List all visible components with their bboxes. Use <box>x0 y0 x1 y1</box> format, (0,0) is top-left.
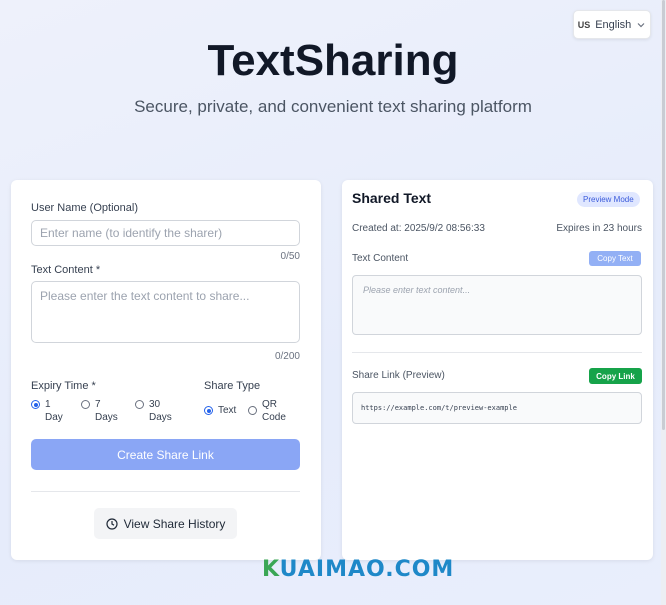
expiry-option-7-days[interactable]: 7 Days <box>81 398 118 424</box>
radio-selected-icon[interactable] <box>31 400 40 409</box>
history-button-label: View Share History <box>123 516 226 531</box>
watermark-rest: UAIMAO.COM <box>279 557 455 582</box>
language-selector[interactable]: US English <box>573 10 651 39</box>
username-counter: 0/50 <box>280 251 300 262</box>
created-at-text: Created at: 2025/9/2 08:56:33 <box>352 223 485 234</box>
expiry-option-unit: Days <box>149 412 172 423</box>
content-label: Text Content * <box>31 264 101 276</box>
share-type-label: Share Type <box>204 380 261 392</box>
share-type-option-label: QR <box>262 399 277 410</box>
view-share-history-button[interactable]: View Share History <box>94 508 237 539</box>
share-link-label: Share Link (Preview) <box>352 370 445 381</box>
expiry-option-unit: Days <box>95 412 118 423</box>
copy-text-button[interactable]: Copy Text <box>589 251 641 266</box>
expires-text: Expires in 23 hours <box>556 223 642 234</box>
expiry-option-value: 7 <box>95 399 101 410</box>
page-subtitle: Secure, private, and convenient text sha… <box>134 97 532 116</box>
share-type-qr-code[interactable]: QR Code <box>248 398 286 424</box>
expiry-option-value: 30 <box>149 399 161 410</box>
username-input[interactable] <box>31 220 300 246</box>
create-share-link-button[interactable]: Create Share Link <box>31 439 300 470</box>
share-type-option-label-2: Code <box>262 412 286 423</box>
clock-icon <box>105 517 118 530</box>
share-link-value: https://example.com/t/preview-example <box>361 404 517 412</box>
expiry-option-30-days[interactable]: 30 Days <box>135 398 172 424</box>
radio-unselected-icon[interactable] <box>81 400 90 409</box>
expiry-option-1-day[interactable]: 1 Day <box>31 398 63 424</box>
preview-divider <box>352 352 642 353</box>
preview-card: Shared Text Preview Mode Created at: 202… <box>342 180 653 560</box>
content-counter: 0/200 <box>274 351 300 362</box>
radio-unselected-icon[interactable] <box>248 406 257 415</box>
share-form-card: User Name (Optional) 0/50 Text Content *… <box>11 180 321 560</box>
scrollbar-thumb[interactable] <box>662 0 665 430</box>
form-divider <box>31 491 300 492</box>
share-link-field[interactable]: https://example.com/t/preview-example <box>352 392 642 424</box>
expiry-label: Expiry Time * <box>31 380 96 392</box>
copy-link-button[interactable]: Copy Link <box>589 368 642 384</box>
shared-text-title: Shared Text <box>352 190 432 206</box>
us-flag-icon: US <box>577 19 591 30</box>
chevron-down-icon <box>637 22 645 27</box>
text-content-input[interactable] <box>31 281 300 343</box>
text-content-label: Text Content <box>352 253 409 264</box>
watermark-first-letter: K <box>262 557 280 582</box>
language-label: English <box>595 18 632 31</box>
expiry-option-value: 1 <box>45 399 51 410</box>
radio-unselected-icon[interactable] <box>135 400 144 409</box>
share-type-text[interactable]: Text <box>204 404 236 417</box>
page-title: TextSharing <box>207 36 459 85</box>
watermark-logo: KUAIMAO.COM <box>262 557 454 582</box>
preview-mode-badge: Preview Mode <box>577 192 640 207</box>
expiry-option-unit: Day <box>45 412 63 423</box>
page-scrollbar[interactable] <box>661 0 666 605</box>
share-type-option-label: Text <box>218 405 237 416</box>
radio-selected-icon[interactable] <box>204 406 213 415</box>
username-label: User Name (Optional) <box>31 202 138 214</box>
text-content-preview: Please enter text content... <box>352 275 642 335</box>
